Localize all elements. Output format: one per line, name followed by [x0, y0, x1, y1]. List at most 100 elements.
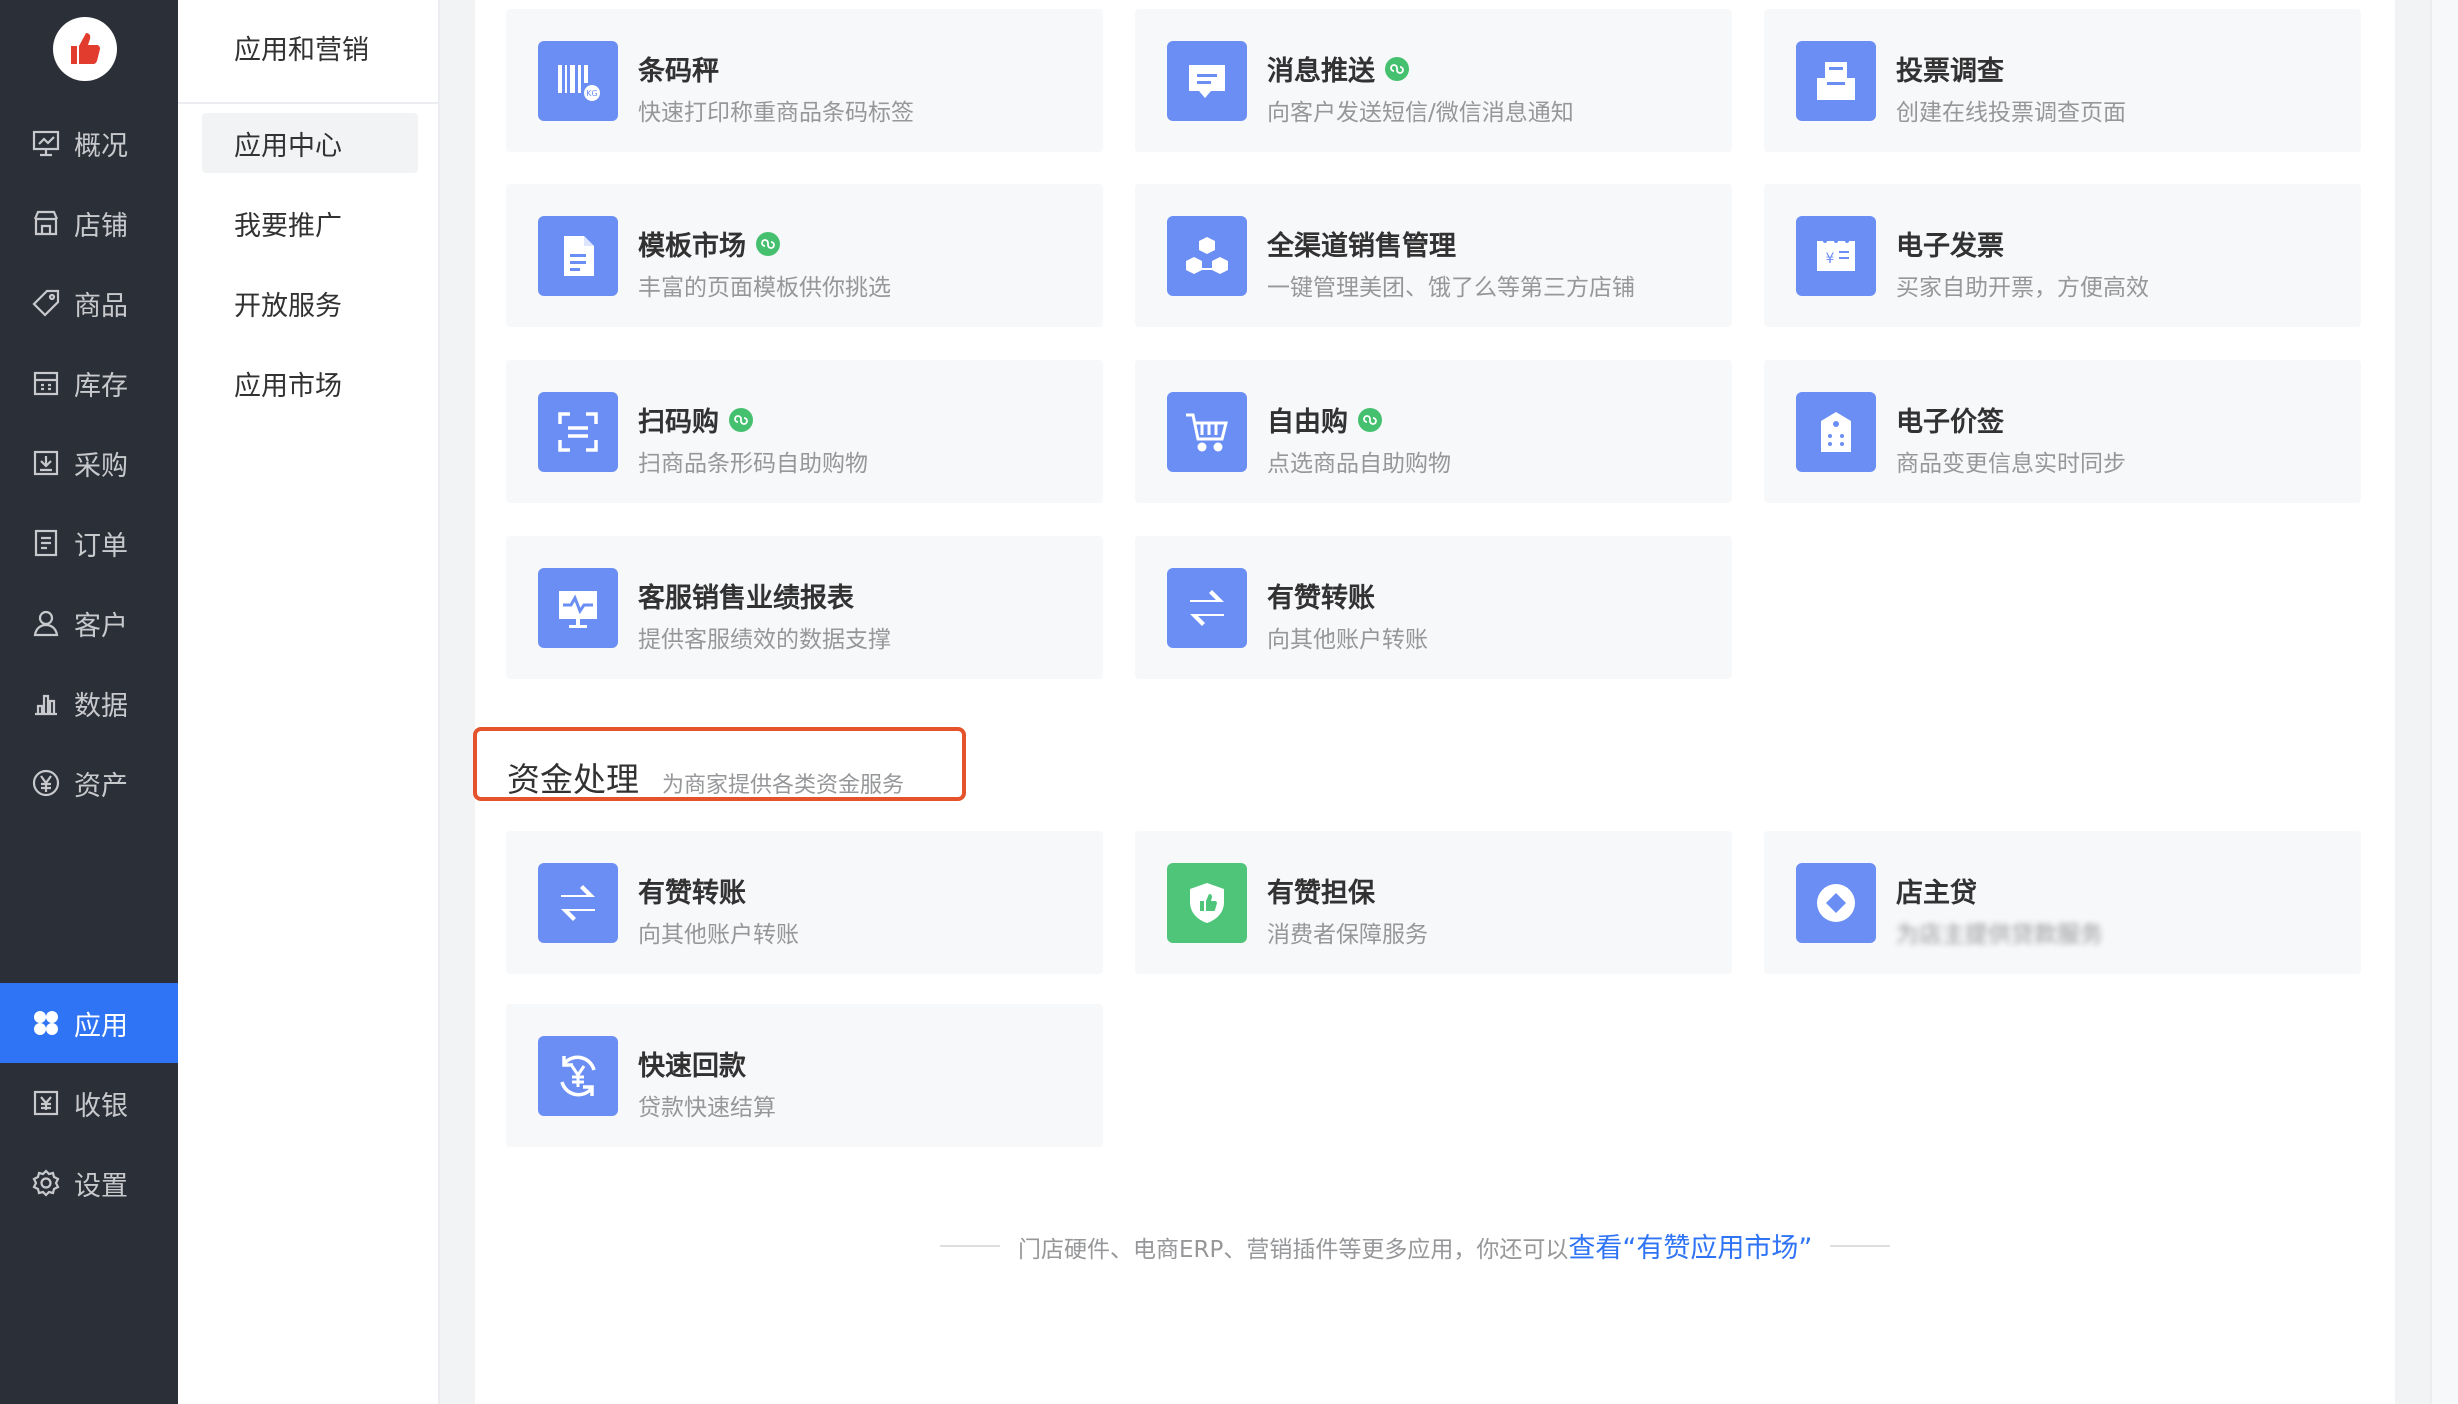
- section-header-finance: 资金处理 为商家提供各类资金服务: [473, 727, 966, 801]
- scan-icon: [538, 392, 618, 472]
- message-icon: [1167, 41, 1247, 121]
- divider: [178, 102, 438, 104]
- yuan-circle-icon: [30, 767, 62, 799]
- app-description: 向其他账户转账: [1267, 627, 1428, 653]
- transfer-icon: [1167, 568, 1247, 648]
- subnav-item-promote[interactable]: 我要推广: [202, 193, 418, 253]
- nav-label: 应用: [74, 1010, 128, 1042]
- nav-item-assets[interactable]: 资产: [0, 743, 178, 823]
- app-card-cs-sales-report[interactable]: 客服销售业绩报表 提供客服绩效的数据支撑: [506, 536, 1103, 679]
- app-card-template-market[interactable]: 模板市场 丰富的页面模板供你挑选: [506, 184, 1103, 327]
- price-tag-icon: [1796, 392, 1876, 472]
- subnav-item-app-market[interactable]: 应用市场: [202, 353, 418, 413]
- nav-item-customers[interactable]: 客户: [0, 583, 178, 663]
- transfer-icon: [538, 863, 618, 943]
- app-description: 点选商品自助购物: [1267, 451, 1451, 477]
- app-description: 一键管理美团、饿了么等第三方店铺: [1267, 275, 1635, 301]
- app-title: 投票调查: [1896, 56, 2004, 87]
- vertical-scrollbar[interactable]: [2430, 0, 2458, 1404]
- cart-icon: [1167, 392, 1247, 472]
- app-description: 向其他账户转账: [638, 922, 799, 948]
- app-title: 有赞转账: [638, 878, 746, 909]
- nav-item-settings[interactable]: 设置: [0, 1143, 178, 1223]
- divider-line: [940, 1244, 1000, 1247]
- app-card-e-price-tag[interactable]: 电子价签 商品变更信息实时同步: [1764, 360, 2361, 503]
- omnichannel-icon: [1167, 216, 1247, 296]
- nav-item-orders[interactable]: 订单: [0, 503, 178, 583]
- app-card-vote-survey[interactable]: 投票调查 创建在线投票调查页面: [1764, 9, 2361, 152]
- app-title: 电子发票: [1896, 231, 2004, 262]
- yuan-refresh-icon: [538, 1036, 618, 1116]
- app-description: 丰富的页面模板供你挑选: [638, 275, 891, 301]
- nav-item-apps[interactable]: 应用: [0, 983, 178, 1063]
- dashboard-icon: [30, 127, 62, 159]
- nav-label: 资产: [74, 770, 128, 802]
- app-title: 扫码购: [638, 400, 753, 439]
- app-description: 贷款快速结算: [638, 1095, 776, 1121]
- app-card-scan-buy[interactable]: 扫码购 扫商品条形码自助购物: [506, 360, 1103, 503]
- miniprogram-badge-icon: [729, 407, 753, 432]
- app-card-owner-loan[interactable]: 店主贷 为店主提供贷款服务: [1764, 831, 2361, 974]
- miniprogram-badge-icon: [1385, 56, 1409, 81]
- vote-box-icon: [1796, 41, 1876, 121]
- app-card-youzan-transfer[interactable]: 有赞转账 向其他账户转账: [1135, 536, 1732, 679]
- nav-label: 商品: [74, 290, 128, 322]
- document-icon: [538, 216, 618, 296]
- app-title: 模板市场: [638, 224, 780, 263]
- report-monitor-icon: [538, 568, 618, 648]
- thumbs-up-logo-icon: [71, 33, 100, 64]
- app-description: 向客户发送短信/微信消息通知: [1267, 100, 1574, 126]
- shield-thumb-icon: [1167, 863, 1247, 943]
- nav-item-overview[interactable]: 概况: [0, 103, 178, 183]
- app-description: 扫商品条形码自助购物: [638, 451, 868, 477]
- apps-icon: [30, 1007, 62, 1039]
- app-card-omnichannel[interactable]: 全渠道销售管理 一键管理美团、饿了么等第三方店铺: [1135, 184, 1732, 327]
- app-title: 电子价签: [1896, 407, 2004, 438]
- app-description-blurred: 为店主提供贷款服务: [1896, 922, 2103, 948]
- app-description: 快速打印称重商品条码标签: [638, 100, 914, 126]
- app-card-youzan-guarantee[interactable]: 有赞担保 消费者保障服务: [1135, 831, 1732, 974]
- subnav-item-app-center[interactable]: 应用中心: [202, 113, 418, 173]
- app-card-barcode-scale[interactable]: KG 条码秤 快速打印称重商品条码标签: [506, 9, 1103, 152]
- app-description: 创建在线投票调查页面: [1896, 100, 2126, 126]
- nav-item-purchase[interactable]: 采购: [0, 423, 178, 503]
- app-description: 买家自助开票，方便高效: [1896, 275, 2149, 301]
- purchase-icon: [30, 447, 62, 479]
- gear-icon: [30, 1167, 62, 1199]
- nav-label: 采购: [74, 450, 128, 482]
- app-card-free-buy[interactable]: 自由购 点选商品自助购物: [1135, 360, 1732, 503]
- footer-text: 门店硬件、电商ERP、营销插件等更多应用，你还可以查看“有赞应用市场”: [1018, 1233, 1813, 1264]
- app-title: 店主贷: [1896, 878, 1977, 909]
- app-title: 客服销售业绩报表: [638, 583, 854, 614]
- app-title: 自由购: [1267, 400, 1382, 439]
- app-card-quick-payback[interactable]: 快速回款 贷款快速结算: [506, 1004, 1103, 1147]
- miniprogram-badge-icon: [756, 231, 780, 256]
- nav-item-data[interactable]: 数据: [0, 663, 178, 743]
- app-title: 全渠道销售管理: [1267, 231, 1456, 262]
- app-title: 有赞转账: [1267, 583, 1375, 614]
- app-card-youzan-transfer-finance[interactable]: 有赞转账 向其他账户转账: [506, 831, 1103, 974]
- nav-item-store[interactable]: 店铺: [0, 183, 178, 263]
- app-title: 消息推送: [1267, 49, 1409, 88]
- app-card-e-invoice[interactable]: ¥ 电子发票 买家自助开票，方便高效: [1764, 184, 2361, 327]
- app-market-link[interactable]: 查看“有赞应用市场”: [1568, 1233, 1812, 1264]
- subnav-item-open-service[interactable]: 开放服务: [202, 273, 418, 333]
- store-icon: [30, 207, 62, 239]
- nav-item-goods[interactable]: 商品: [0, 263, 178, 343]
- barcode-scale-icon: KG: [538, 41, 618, 121]
- nav-label: 概况: [74, 130, 128, 162]
- brand-logo[interactable]: [53, 17, 117, 81]
- secondary-sidebar: 应用和营销 应用中心 我要推广 开放服务 应用市场: [178, 0, 440, 1404]
- app-description: 商品变更信息实时同步: [1896, 451, 2126, 477]
- nav-label: 收银: [74, 1090, 128, 1122]
- nav-item-inventory[interactable]: 库存: [0, 343, 178, 423]
- user-icon: [30, 607, 62, 639]
- nav-label: 客户: [74, 610, 128, 642]
- nav-label: 设置: [74, 1170, 128, 1202]
- main-sidebar: 概况 店铺 商品 库存 采购 订单 客户 数据 资产 应用 收银 设置: [0, 0, 178, 1404]
- tag-icon: [30, 287, 62, 319]
- app-card-message-push[interactable]: 消息推送 向客户发送短信/微信消息通知: [1135, 9, 1732, 152]
- nav-item-cashier[interactable]: 收银: [0, 1063, 178, 1143]
- footer-hint: 门店硬件、电商ERP、营销插件等更多应用，你还可以查看“有赞应用市场”: [940, 1226, 1930, 1265]
- nav-label: 店铺: [74, 210, 128, 242]
